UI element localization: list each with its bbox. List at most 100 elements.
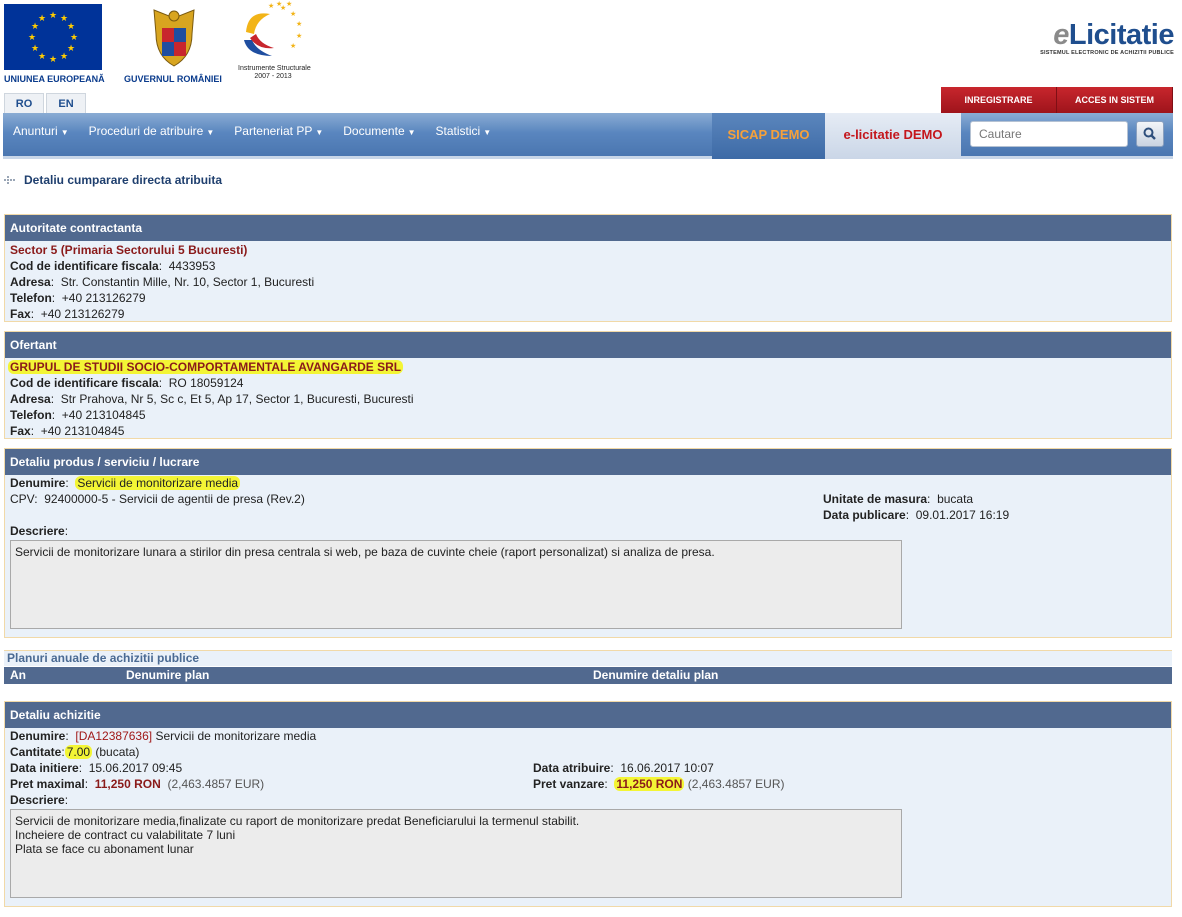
brand-name: Licitatie (1068, 19, 1175, 51)
nav-documente[interactable]: Documente ▼ (333, 113, 425, 149)
eu-flag-logo: ★ ★ ★ ★ ★ ★ ★ ★ ★ ★ ★ ★ (4, 4, 102, 70)
authority-fax: +40 213126279 (40, 307, 125, 321)
product-cpv-label: CPV (10, 492, 35, 506)
svg-text:★: ★ (276, 0, 282, 8)
bidder-cif-label: Cod de identificare fiscala (10, 376, 159, 390)
breadcrumb-title: Detaliu cumparare directa atribuita (24, 173, 223, 187)
bidder-phone-label: Telefon (10, 408, 52, 422)
gov-caption: GUVERNUL ROMÂNIEI (124, 74, 222, 84)
elicitatie-demo-button[interactable]: e-licitatie DEMO (825, 113, 961, 159)
authority-address: Str. Constantin Mille, Nr. 10, Sector 1,… (60, 275, 315, 289)
authority-phone-label: Telefon (10, 291, 52, 305)
acquisition-section: Detaliu achizitie Denumire: [DA12387636]… (4, 701, 1172, 907)
breadcrumb: Detaliu cumparare directa atribuita (2, 172, 222, 188)
bidder-phone: +40 213104845 (61, 408, 146, 422)
acq-description-textarea[interactable]: Servicii de monitorizare media,finalizat… (10, 809, 902, 898)
brand-e: e (1053, 19, 1069, 51)
search-icon (1143, 127, 1156, 140)
svg-text:★: ★ (290, 10, 296, 18)
account-buttons: INREGISTRARE ACCES IN SISTEM (941, 87, 1173, 113)
svg-text:★: ★ (31, 44, 39, 54)
nav-anunturi-label: Anunturi (13, 124, 58, 138)
dotted-bullet-icon (4, 176, 15, 184)
authority-section: Autoritate contractanta Sector 5 (Primar… (4, 214, 1172, 322)
acq-init-date: 15.06.2017 09:45 (88, 761, 183, 775)
nav-statistici-label: Statistici (435, 124, 481, 138)
acq-max-price: 11,250 RON (94, 777, 161, 791)
acq-code-link[interactable]: [DA12387636] (75, 729, 152, 743)
product-unit: bucata (937, 492, 974, 506)
main-nav: Anunturi ▼ Proceduri de atribuire ▼ Parten… (3, 113, 1173, 159)
acq-name: Servicii de monitorizare media (155, 729, 317, 743)
bidder-cif: RO 18059124 (168, 376, 244, 390)
svg-text:★: ★ (296, 20, 302, 28)
elicitatie-logo[interactable]: eLicitatie SISTEMUL ELECTRONIC DE ACHIZI… (1040, 20, 1174, 56)
caret-down-icon: ▼ (206, 128, 215, 137)
instr-caption-2: 2007 - 2013 (254, 73, 292, 80)
caret-down-icon: ▼ (407, 128, 416, 137)
nav-anunturi[interactable]: Anunturi ▼ (3, 113, 79, 149)
product-unit-label: Unitate de masura (823, 492, 928, 506)
svg-text:★: ★ (28, 33, 36, 43)
authority-cif: 4433953 (168, 259, 216, 273)
bidder-name: GRUPUL DE STUDII SOCIO-COMPORTAMENTALE A… (8, 360, 404, 374)
plans-table-header: An Denumire plan Denumire detaliu plan (4, 667, 1172, 684)
acq-sell-label: Pret vanzare (533, 777, 605, 791)
plans-title: Planuri anuale de achizitii publice (4, 650, 1172, 666)
svg-text:★: ★ (67, 44, 75, 54)
authority-address-label: Adresa (10, 275, 51, 289)
acquisition-header: Detaliu achizitie (5, 702, 1171, 728)
bidder-fax: +40 213104845 (40, 424, 125, 438)
authority-cif-label: Cod de identificare fiscala (10, 259, 159, 273)
bidder-fax-label: Fax (10, 424, 31, 438)
acq-award-date: 16.06.2017 10:07 (620, 761, 714, 775)
svg-text:★: ★ (60, 52, 68, 62)
nav-documente-label: Documente (343, 124, 405, 138)
eu-caption: UNIUNEA EUROPEANĂ (4, 74, 105, 84)
product-name: Servicii de monitorizare media (75, 476, 241, 490)
sicap-demo-button[interactable]: SICAP DEMO (712, 113, 825, 159)
search-button[interactable] (1136, 121, 1164, 147)
lang-ro-tab[interactable]: RO (4, 93, 44, 113)
nav-parteneriat[interactable]: Parteneriat PP ▼ (224, 113, 333, 149)
product-desc-label: Descriere (10, 524, 65, 538)
authority-name: Sector 5 (Primaria Sectorului 5 Bucurest… (10, 243, 248, 257)
acq-max-eur: (2,463.4857 EUR) (167, 777, 265, 791)
svg-text:★: ★ (290, 42, 296, 50)
nav-proceduri[interactable]: Proceduri de atribuire ▼ (79, 113, 225, 149)
authority-header: Autoritate contractanta (5, 215, 1171, 241)
language-switcher: RO EN (4, 93, 88, 113)
product-pub-label: Data publicare (823, 508, 906, 522)
product-description-textarea[interactable]: Servicii de monitorizare lunara a stiril… (10, 540, 902, 629)
acq-qty-unit: (bucata) (95, 745, 140, 759)
product-section: Detaliu produs / serviciu / lucrare Denu… (4, 448, 1172, 638)
nav-statistici[interactable]: Statistici ▼ (426, 113, 502, 149)
authority-phone: +40 213126279 (61, 291, 146, 305)
nav-proceduri-label: Proceduri de atribuire (88, 124, 204, 138)
authority-fax-label: Fax (10, 307, 31, 321)
product-name-label: Denumire (10, 476, 66, 490)
login-button[interactable]: ACCES IN SISTEM (1057, 87, 1173, 113)
product-pub-date: 09.01.2017 16:19 (915, 508, 1010, 522)
svg-text:★: ★ (70, 33, 78, 43)
bidder-address: Str Prahova, Nr 5, Sc c, Et 5, Ap 17, Se… (60, 392, 414, 406)
svg-text:★: ★ (67, 22, 75, 32)
register-button[interactable]: INREGISTRARE (941, 87, 1057, 113)
acq-qty-label: Cantitate (10, 745, 62, 759)
acq-name-label: Denumire (10, 729, 66, 743)
acq-desc-label: Descriere (10, 793, 65, 807)
acq-qty: 7.00 (64, 745, 93, 759)
svg-text:★: ★ (38, 14, 46, 24)
svg-text:★: ★ (296, 32, 302, 40)
bidder-header: Ofertant (5, 332, 1171, 358)
nav-parteneriat-label: Parteneriat PP (234, 124, 313, 138)
caret-down-icon: ▼ (60, 128, 69, 137)
search-input[interactable] (970, 121, 1128, 147)
svg-text:★: ★ (49, 11, 57, 21)
svg-text:★: ★ (286, 0, 292, 8)
svg-text:★: ★ (268, 2, 274, 10)
product-cpv: 92400000-5 - Servicii de agentii de pres… (44, 492, 305, 506)
plans-col-detail: Denumire detaliu plan (593, 668, 719, 682)
lang-en-tab[interactable]: EN (46, 93, 86, 113)
plans-col-plan: Denumire plan (126, 668, 210, 682)
